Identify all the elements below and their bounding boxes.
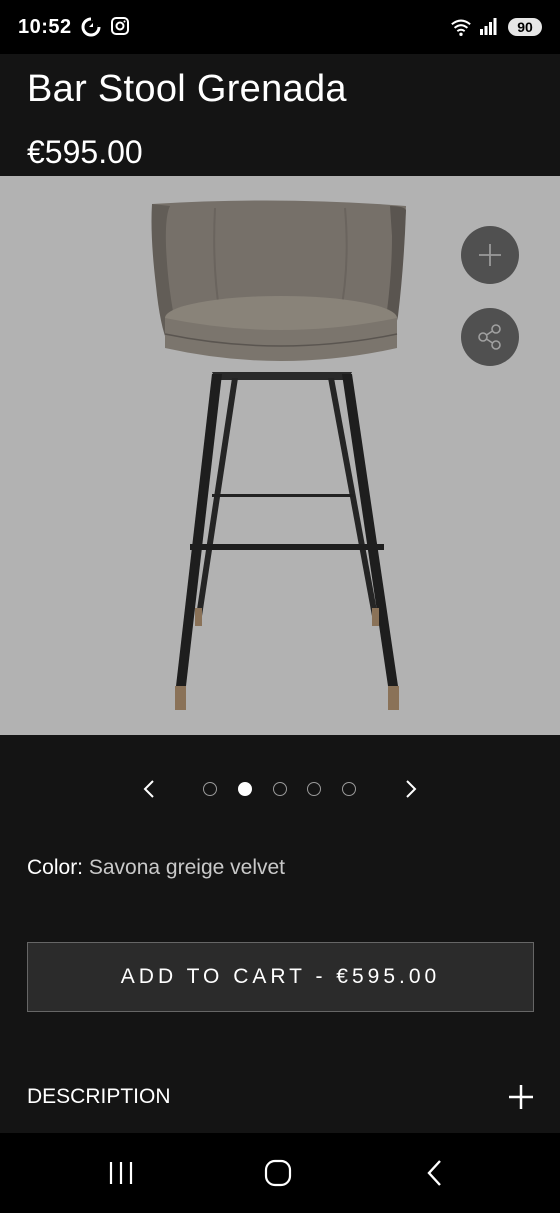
back-icon [427, 1160, 441, 1186]
product-price: €595.00 [27, 134, 143, 170]
chevron-right-icon [406, 780, 417, 798]
add-to-cart-button[interactable]: ADD TO CART - €595.00 [27, 942, 534, 1012]
carousel-dot-3[interactable] [273, 782, 287, 796]
description-label: DESCRIPTION [27, 1085, 171, 1108]
color-value: Savona greige velvet [88, 856, 286, 879]
description-accordion[interactable]: DESCRIPTION [27, 1080, 534, 1114]
carousel-dot-1[interactable] [203, 782, 217, 796]
share-icon [478, 324, 501, 350]
share-button[interactable] [461, 308, 519, 366]
back-button[interactable] [415, 1153, 455, 1193]
signal-icon [479, 16, 501, 38]
previous-image-button[interactable] [130, 770, 168, 808]
instagram-icon [110, 16, 132, 38]
recent-apps-icon [109, 1162, 133, 1184]
add-to-wishlist-button[interactable] [461, 226, 519, 284]
plus-icon [479, 244, 501, 266]
carousel-dot-5[interactable] [342, 782, 356, 796]
status-bar: 10:52 90 [0, 0, 560, 54]
chevron-left-icon [143, 780, 154, 798]
color-info: Color: Savona greige velvet [27, 856, 285, 880]
product-title: Bar Stool Grenada [27, 68, 347, 110]
home-button[interactable] [258, 1153, 298, 1193]
status-left: 10:52 [18, 16, 132, 39]
system-navigation-bar [0, 1133, 560, 1213]
color-label: Color: [27, 856, 84, 879]
status-time: 10:52 [18, 15, 72, 38]
carousel-dot-4[interactable] [307, 782, 321, 796]
plus-icon [509, 1085, 533, 1109]
image-carousel-controls [0, 770, 560, 808]
recent-apps-button[interactable] [101, 1153, 141, 1193]
product-gallery[interactable] [0, 176, 560, 735]
add-to-cart-label: ADD TO CART - €595.00 [120, 965, 441, 988]
next-image-button[interactable] [392, 770, 430, 808]
sync-icon [80, 16, 102, 38]
wifi-icon [450, 16, 472, 38]
status-right: 90 [450, 16, 542, 38]
battery-indicator: 90 [508, 18, 542, 36]
home-icon [264, 1159, 292, 1187]
carousel-dot-2[interactable] [238, 782, 252, 796]
